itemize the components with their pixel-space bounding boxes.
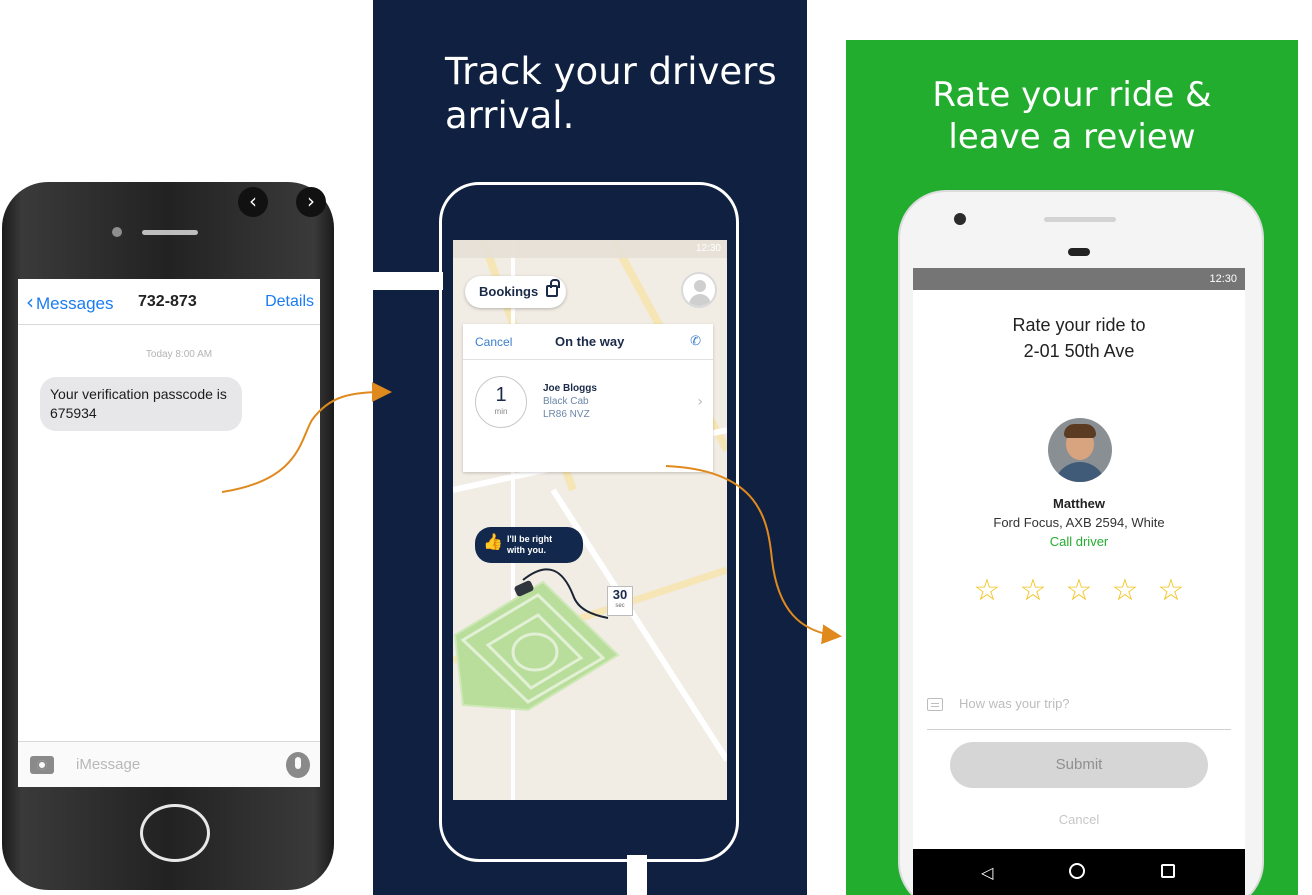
- driver-status-card: Cancel On the way ✆ 1 min Joe Bloggs Bla…: [463, 324, 713, 472]
- android-nav-bar: ◁: [913, 849, 1245, 895]
- star-4-icon[interactable]: ☆: [1110, 576, 1140, 606]
- trip-status-row: Cancel On the way ✆: [463, 324, 713, 360]
- message-input-bar: iMessage: [18, 741, 320, 787]
- back-icon[interactable]: ◁: [981, 863, 993, 882]
- messages-screen: ‹ Messages 732-873 Details Today 8:00 AM …: [18, 279, 320, 787]
- countdown-marker: 30 sec: [607, 586, 633, 616]
- rating-screen: 12:30 Rate your ride to 2-01 50th Ave Ma…: [913, 268, 1245, 895]
- trip-status-text: On the way: [555, 334, 625, 349]
- phone-icon[interactable]: ✆: [690, 334, 701, 349]
- star-1-icon[interactable]: ☆: [972, 576, 1002, 606]
- track-title-line2: arrival.: [445, 94, 575, 137]
- home-button[interactable]: [140, 804, 210, 862]
- eta-badge: 1 min: [475, 376, 527, 428]
- star-3-icon[interactable]: ☆: [1064, 576, 1094, 606]
- bubble-line2: with you.: [507, 545, 546, 555]
- composite-screenshot: ‹ › ‹ Messages 732-873 Details Today 8:00…: [0, 0, 1312, 895]
- star-5-icon[interactable]: ☆: [1156, 576, 1186, 606]
- details-button[interactable]: Details: [265, 293, 314, 311]
- star-rating: ☆ ☆ ☆ ☆ ☆: [913, 576, 1245, 606]
- car-info: Ford Focus, AXB 2594, White: [993, 515, 1165, 530]
- driver-name: Joe Bloggs: [543, 383, 597, 394]
- earpiece-speaker: [142, 230, 198, 235]
- front-camera: [954, 213, 966, 225]
- chevron-left-icon: ‹: [26, 290, 34, 314]
- sms-message-bubble: Your verification passcode is 675934: [40, 377, 242, 431]
- vehicle-type: Black Cab: [543, 396, 589, 407]
- star-2-icon[interactable]: ☆: [1018, 576, 1048, 606]
- driver-details[interactable]: Joe Bloggs Black Cab LR86 NVZ: [543, 382, 597, 421]
- messages-header: ‹ Messages 732-873 Details: [18, 279, 320, 325]
- rate-panel-title: Rate your ride & leave a review: [846, 74, 1298, 158]
- phone-cable: [627, 855, 647, 895]
- vehicle-plate: LR86 NVZ: [543, 409, 590, 420]
- rate-ride-panel: Rate your ride & leave a review 12:30 Ra…: [846, 40, 1298, 895]
- track-driver-panel: Track your drivers arrival. 12:30 Bookin…: [373, 0, 807, 895]
- thumbs-up-icon: 👍: [483, 532, 503, 551]
- cancel-button[interactable]: Cancel: [913, 812, 1245, 827]
- tracking-map-screen: 12:30 Bookings Cancel On the way ✆ 1 min…: [453, 240, 727, 800]
- bubble-line1: I'll be right: [507, 534, 553, 544]
- countdown-value: 30: [612, 587, 628, 602]
- microphone-icon[interactable]: [286, 752, 310, 778]
- android-status-bar: 12:30: [453, 240, 727, 258]
- home-icon[interactable]: [1069, 863, 1085, 879]
- driver-message-bubble: 👍 I'll be right with you.: [475, 527, 583, 563]
- rate-line1: Rate your ride to: [1012, 315, 1146, 335]
- countdown-unit: sec: [615, 603, 625, 609]
- camera-icon[interactable]: [30, 756, 54, 774]
- cancel-trip-button[interactable]: Cancel: [475, 335, 512, 349]
- call-driver-link[interactable]: Call driver: [913, 534, 1245, 549]
- message-timestamp: Today 8:00 AM: [145, 349, 213, 360]
- carousel-next-button[interactable]: ›: [296, 187, 326, 217]
- profile-avatar[interactable]: [681, 272, 717, 308]
- lock-icon: [546, 279, 561, 297]
- bookings-label: Bookings: [479, 284, 539, 299]
- recent-apps-icon[interactable]: [1161, 864, 1175, 878]
- rate-title-line2: leave a review: [948, 117, 1196, 157]
- earpiece-speaker: [1044, 217, 1116, 222]
- trip-feedback-placeholder: How was your trip?: [959, 696, 1070, 711]
- chat-icon: [927, 698, 943, 711]
- trip-feedback-field[interactable]: How was your trip?: [927, 694, 1231, 730]
- decorative-road: [373, 272, 443, 320]
- track-panel-title: Track your drivers arrival.: [445, 50, 777, 138]
- rate-title-line1: Rate your ride &: [932, 75, 1212, 115]
- bookings-button[interactable]: Bookings: [465, 276, 567, 308]
- iphone-device: ‹ › ‹ Messages 732-873 Details Today 8:00…: [2, 182, 334, 890]
- eta-value: 1: [495, 384, 507, 406]
- submit-button[interactable]: Submit: [950, 742, 1208, 788]
- driver-name: Matthew: [1053, 496, 1105, 511]
- track-title-line1: Track your drivers: [445, 50, 777, 93]
- android-status-bar: 12:30: [913, 268, 1245, 290]
- driver-avatar: [1048, 418, 1112, 482]
- messages-back-label: Messages: [36, 294, 114, 313]
- messages-back-button[interactable]: ‹ Messages: [26, 290, 113, 314]
- carousel-prev-button[interactable]: ‹: [238, 187, 268, 217]
- rate-destination: Rate your ride to 2-01 50th Ave: [913, 312, 1245, 364]
- chevron-right-icon[interactable]: ›: [697, 394, 703, 410]
- contact-number: 732-873: [138, 293, 197, 310]
- eta-unit: min: [494, 407, 508, 416]
- imessage-input[interactable]: iMessage: [76, 756, 140, 773]
- front-camera: [112, 227, 122, 237]
- rate-line2: 2-01 50th Ave: [1023, 341, 1135, 361]
- proximity-sensor: [1068, 248, 1090, 256]
